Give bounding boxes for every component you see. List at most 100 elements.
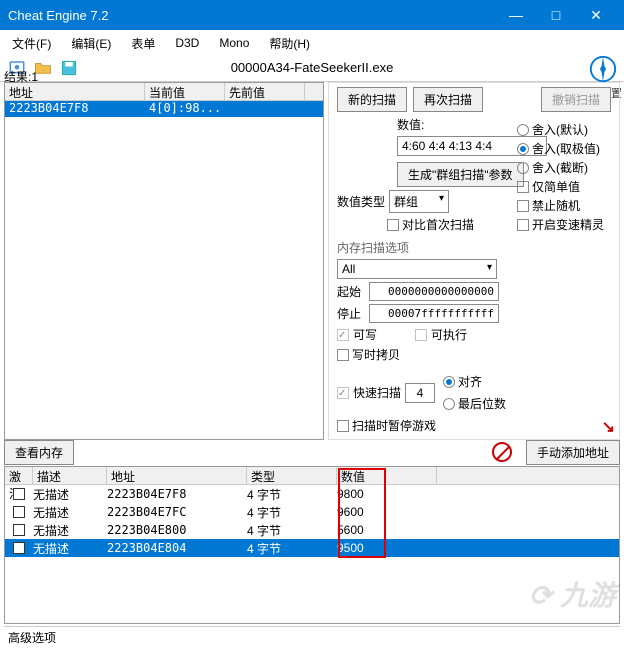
lastdigits-label: 最后位数 <box>458 395 506 412</box>
cheat-row[interactable]: 无描述 2223B04E7F8 4 字节 9800 <box>5 485 619 503</box>
lastdigits-radio[interactable] <box>443 398 455 410</box>
toolbar: 00000A34-FateSeekerII.exe <box>0 54 624 82</box>
col-previous[interactable]: 先前值 <box>225 83 305 100</box>
col-addr[interactable]: 地址 <box>107 467 247 484</box>
result-current: 4[0]:98... <box>145 101 225 117</box>
desc-cell: 无描述 <box>33 522 107 539</box>
fastscan-value[interactable] <box>405 383 435 403</box>
menu-edit[interactable]: 编辑(E) <box>63 33 119 54</box>
start-input[interactable] <box>369 282 499 301</box>
menu-d3d[interactable]: D3D <box>167 34 207 52</box>
stop-input[interactable] <box>369 304 499 323</box>
main-area: 结果:1 地址 当前值 先前值 2223B04E7F8 4[0]:98... 新… <box>4 82 620 440</box>
speedhack-checkbox[interactable] <box>517 219 529 231</box>
type-cell: 4 字节 <box>247 540 337 557</box>
align-radio[interactable] <box>443 376 455 388</box>
col-address[interactable]: 地址 <box>5 83 145 100</box>
ce-logo-icon[interactable] <box>588 54 618 84</box>
addr-cell: 2223B04E7FC <box>107 505 247 519</box>
col-desc[interactable]: 描述 <box>33 467 107 484</box>
rescan-button[interactable]: 再次扫描 <box>413 87 483 112</box>
value-cell: 9500 <box>337 541 437 555</box>
active-checkbox[interactable] <box>13 488 25 500</box>
active-checkbox[interactable] <box>13 506 25 518</box>
scan-panel: 新的扫描 再次扫描 撤销扫描 数值: 生成"群组扫描"参数 数值类型 群组 对比… <box>328 82 620 440</box>
cheat-table: 激活 描述 地址 类型 数值 无描述 2223B04E7F8 4 字节 9800… <box>4 466 620 624</box>
expand-arrow-icon[interactable]: ↘ <box>602 417 615 437</box>
desc-cell: 无描述 <box>33 540 107 557</box>
round-options: 舍入(默认) 舍入(取极值) 舍入(截断) 仅简单值 禁止随机 开启变速精灵 <box>517 119 615 235</box>
active-cell <box>5 524 33 536</box>
start-label: 起始 <box>337 283 365 300</box>
save-icon[interactable] <box>58 57 80 79</box>
desc-cell: 无描述 <box>33 504 107 521</box>
minimize-button[interactable]: — <box>496 0 536 30</box>
no-random-checkbox[interactable] <box>517 200 529 212</box>
cow-checkbox[interactable] <box>337 349 349 361</box>
active-checkbox[interactable] <box>13 524 25 536</box>
close-button[interactable]: ✕ <box>576 0 616 30</box>
advanced-options-label: 高级选项 <box>8 631 56 645</box>
simple-only-checkbox[interactable] <box>517 181 529 193</box>
maximize-button[interactable]: □ <box>536 0 576 30</box>
process-title: 00000A34-FateSeekerII.exe <box>231 60 394 75</box>
executable-checkbox[interactable] <box>415 329 427 341</box>
value-cell: 5600 <box>337 523 437 537</box>
clear-icon[interactable] <box>492 442 512 462</box>
titlebar: Cheat Engine 7.2 — □ ✕ <box>0 0 624 30</box>
window-title: Cheat Engine 7.2 <box>8 8 496 23</box>
value-cell: 9600 <box>337 505 437 519</box>
type-cell: 4 字节 <box>247 486 337 503</box>
new-scan-button[interactable]: 新的扫描 <box>337 87 407 112</box>
results-panel: 结果:1 地址 当前值 先前值 2223B04E7F8 4[0]:98... <box>4 82 324 440</box>
menu-help[interactable]: 帮助(H) <box>261 33 318 54</box>
fastscan-checkbox[interactable] <box>337 387 349 399</box>
cheat-header: 激活 描述 地址 类型 数值 <box>5 467 619 485</box>
menubar: 文件(F) 编辑(E) 表单 D3D Mono 帮助(H) <box>0 32 624 54</box>
round-extreme-radio[interactable] <box>517 143 529 155</box>
col-active[interactable]: 激活 <box>5 467 33 484</box>
compare-first-label: 对比首次扫描 <box>402 216 474 233</box>
mid-toolbar: 查看内存 手动添加地址 <box>4 440 620 464</box>
value-cell: 9800 <box>337 487 437 501</box>
col-type[interactable]: 类型 <box>247 467 337 484</box>
status-bar[interactable]: 高级选项 <box>4 626 620 646</box>
view-memory-button[interactable]: 查看内存 <box>4 440 74 465</box>
menu-mono[interactable]: Mono <box>211 34 257 52</box>
add-manual-button[interactable]: 手动添加地址 <box>526 440 620 465</box>
cheat-row[interactable]: 无描述 2223B04E800 4 字节 5600 <box>5 521 619 539</box>
result-address: 2223B04E7F8 <box>5 101 145 117</box>
fastscan-label: 快速扫描 <box>353 384 401 401</box>
active-cell <box>5 488 33 500</box>
menu-table[interactable]: 表单 <box>123 33 163 54</box>
pause-game-label: 扫描时暂停游戏 <box>352 417 436 434</box>
results-count: 结果:1 <box>4 68 38 85</box>
window-controls: — □ ✕ <box>496 0 616 30</box>
undo-scan-button[interactable]: 撤销扫描 <box>541 87 611 112</box>
memopts-select[interactable]: All <box>337 259 497 279</box>
gen-group-button[interactable]: 生成"群组扫描"参数 <box>397 162 524 187</box>
desc-cell: 无描述 <box>33 486 107 503</box>
menu-file[interactable]: 文件(F) <box>4 33 59 54</box>
active-checkbox[interactable] <box>13 542 25 554</box>
round-default-radio[interactable] <box>517 124 529 136</box>
align-label: 对齐 <box>458 373 482 390</box>
type-cell: 4 字节 <box>247 504 337 521</box>
result-previous <box>225 101 305 117</box>
memopts-label: 内存扫描选项 <box>337 239 611 256</box>
compare-first-checkbox[interactable] <box>387 219 399 231</box>
col-current[interactable]: 当前值 <box>145 83 225 100</box>
col-value[interactable]: 数值 <box>337 467 437 484</box>
value-type-select[interactable]: 群组 <box>389 190 449 213</box>
active-cell <box>5 506 33 518</box>
pause-game-checkbox[interactable] <box>337 420 349 432</box>
addr-cell: 2223B04E804 <box>107 541 247 555</box>
cheat-row[interactable]: 无描述 2223B04E7FC 4 字节 9600 <box>5 503 619 521</box>
executable-label: 可执行 <box>431 326 467 343</box>
round-trunc-radio[interactable] <box>517 162 529 174</box>
cheat-row[interactable]: 无描述 2223B04E804 4 字节 9500 <box>5 539 619 557</box>
active-cell <box>5 542 33 554</box>
writable-checkbox[interactable] <box>337 329 349 341</box>
type-cell: 4 字节 <box>247 522 337 539</box>
results-row[interactable]: 2223B04E7F8 4[0]:98... <box>5 101 323 117</box>
